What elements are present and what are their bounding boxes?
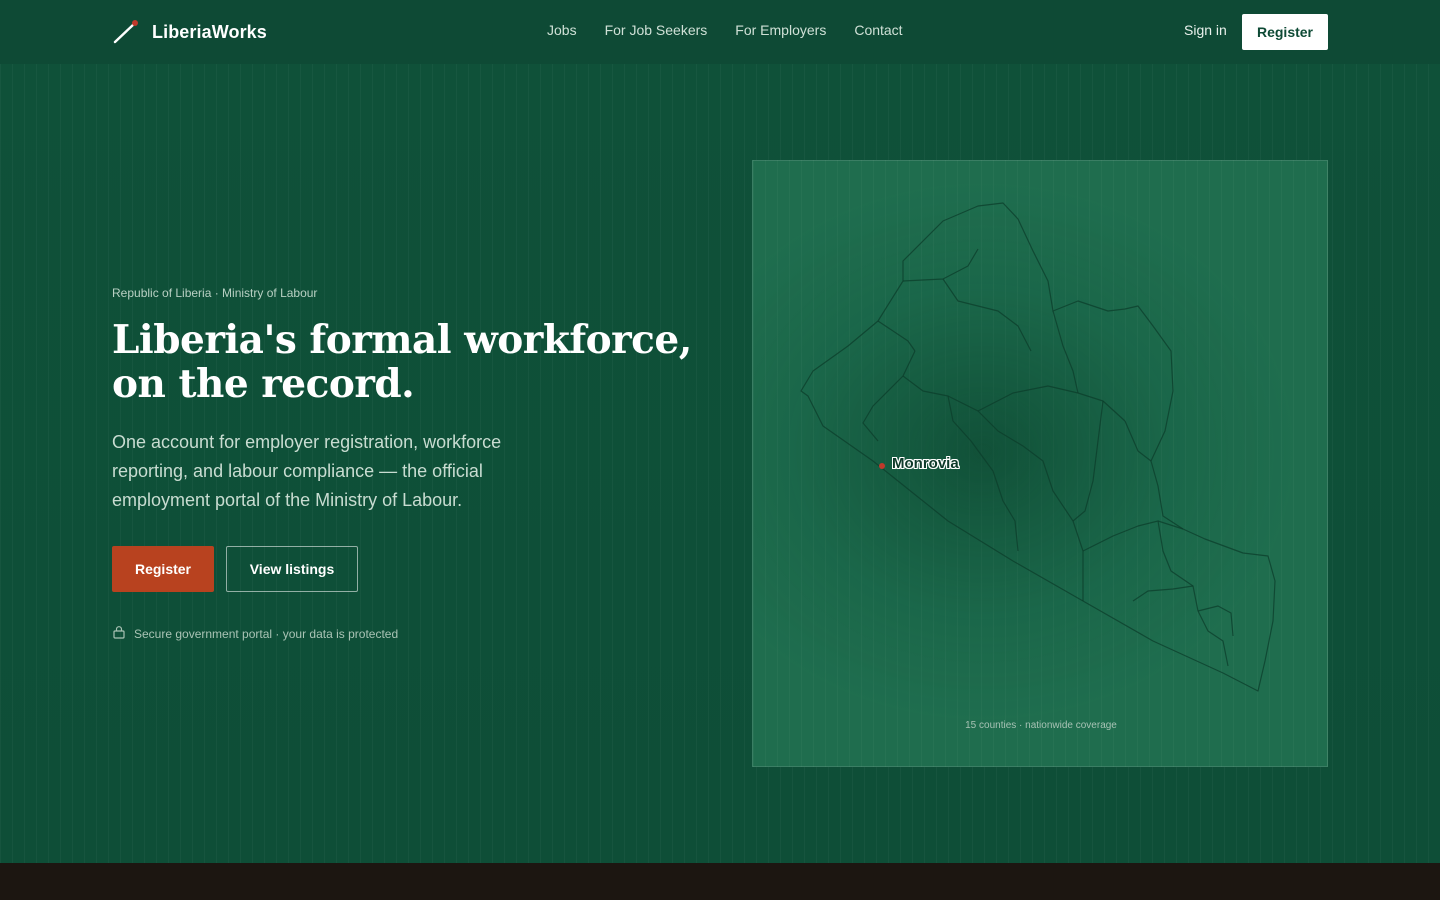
nav-link-contact[interactable]: Contact (854, 22, 902, 38)
secure-note: Secure government portal · your data is … (112, 624, 398, 643)
county-line (1132, 585, 1194, 602)
county-line (1197, 610, 1229, 667)
county-line (1124, 420, 1152, 462)
county-line (902, 375, 1024, 447)
lock-icon (112, 624, 126, 643)
hero-headline: Liberia's formal workforce, on the recor… (112, 317, 692, 407)
hero-copy: Republic of Liberia · Ministry of Labour… (112, 286, 712, 515)
nav-register-button[interactable]: Register (1242, 14, 1328, 50)
register-button[interactable]: Register (112, 546, 214, 592)
view-listings-button[interactable]: View listings (226, 546, 358, 592)
secure-note-text: Secure government portal · your data is … (134, 626, 399, 641)
county-line (942, 278, 1032, 352)
brand-name: LiberiaWorks (152, 21, 267, 42)
primary-nav: Jobs For Job Seekers For Employers Conta… (547, 22, 903, 38)
county-line (862, 350, 916, 442)
county-line (1072, 400, 1104, 522)
slash-logo-icon (112, 18, 140, 46)
liberia-map-panel: Monrovia 15 counties · nationwide covera… (752, 160, 1328, 767)
brand[interactable]: LiberiaWorks (112, 18, 267, 46)
hero-subtext: One account for employer registration, w… (112, 432, 502, 510)
liberia-county-map (800, 202, 1276, 692)
county-line (877, 320, 916, 352)
sign-in-link[interactable]: Sign in (1184, 22, 1227, 38)
hero-cta-row: Register View listings (112, 546, 358, 592)
county-line (1157, 520, 1184, 530)
county-line (1022, 445, 1084, 601)
nav-link-jobs[interactable]: Jobs (547, 22, 577, 38)
county-line (1082, 520, 1199, 612)
footer-band (0, 863, 1440, 900)
hero-eyebrow: Republic of Liberia · Ministry of Labour (112, 286, 318, 300)
country-outline (800, 202, 1276, 692)
county-line (902, 248, 979, 282)
coverage-caption: 15 counties · nationwide coverage (965, 720, 1117, 731)
top-navbar: LiberiaWorks Jobs For Job Seekers For Em… (0, 0, 1440, 64)
nav-link-job-seekers[interactable]: For Job Seekers (605, 22, 708, 38)
nav-link-employers[interactable]: For Employers (735, 22, 826, 38)
county-line (1052, 310, 1079, 394)
capital-label: Monrovia (892, 455, 959, 472)
capital-marker[interactable] (879, 463, 885, 469)
